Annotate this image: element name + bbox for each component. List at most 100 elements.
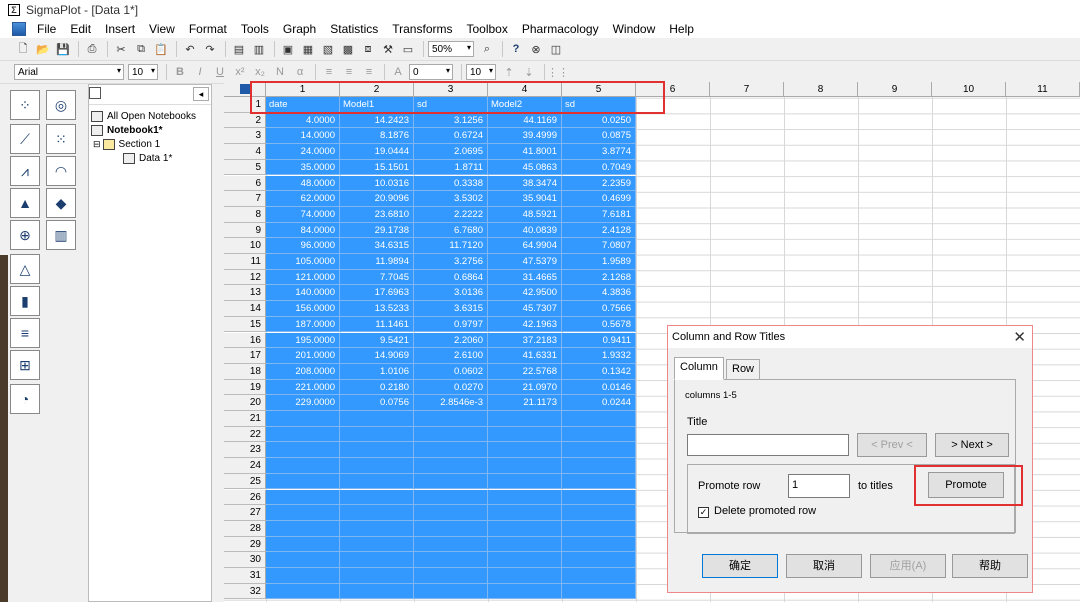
row-header[interactable]: 7 bbox=[224, 191, 266, 207]
zoom-select[interactable]: 50% ▾ bbox=[428, 41, 474, 57]
data-cell[interactable]: 1.8711 bbox=[414, 159, 488, 176]
align-right-icon[interactable]: ≡ bbox=[360, 63, 378, 81]
empty-selected-cell[interactable] bbox=[266, 411, 340, 427]
box-plot-icon[interactable]: ⊞ bbox=[10, 350, 40, 380]
row-header[interactable]: 27 bbox=[224, 505, 266, 521]
tab-column[interactable]: Column bbox=[674, 357, 724, 380]
print-icon[interactable]: ⎙ bbox=[83, 40, 101, 58]
menu-view[interactable]: View bbox=[142, 22, 182, 36]
data-cell[interactable]: 0.6864 bbox=[414, 269, 488, 286]
ok-button[interactable]: 确定 bbox=[702, 554, 778, 578]
tree-all-notebooks[interactable]: All Open Notebooks bbox=[91, 111, 196, 122]
data-cell[interactable]: 0.3338 bbox=[414, 175, 488, 192]
data-cell[interactable]: 221.0000 bbox=[266, 379, 340, 396]
menu-pharmacology[interactable]: Pharmacology bbox=[515, 22, 606, 36]
line-scatter-icon[interactable]: ⩘ bbox=[10, 156, 40, 186]
empty-selected-cell[interactable] bbox=[266, 442, 340, 459]
data-cell[interactable]: 2.2359 bbox=[562, 175, 636, 192]
data-cell[interactable]: 35.0000 bbox=[266, 159, 340, 176]
row-header[interactable]: 9 bbox=[224, 222, 266, 239]
data-cell[interactable]: 22.5768 bbox=[488, 363, 562, 380]
data-cell[interactable]: 0.0146 bbox=[562, 379, 636, 396]
empty-selected-cell[interactable] bbox=[340, 442, 414, 459]
row-header[interactable]: 10 bbox=[224, 238, 266, 254]
row-header[interactable]: 8 bbox=[224, 206, 266, 223]
empty-selected-cell[interactable] bbox=[562, 458, 636, 474]
triangle-plot-icon[interactable]: △ bbox=[10, 254, 40, 284]
promote-row-input[interactable]: 1 bbox=[788, 474, 850, 498]
empty-selected-cell[interactable] bbox=[488, 426, 562, 443]
empty-selected-cell[interactable] bbox=[266, 505, 340, 521]
row-header[interactable]: 13 bbox=[224, 285, 266, 302]
data-cell[interactable]: 7.6181 bbox=[562, 206, 636, 223]
document-menu-icon[interactable] bbox=[12, 21, 26, 36]
data-cell[interactable]: 84.0000 bbox=[266, 222, 340, 239]
row-header[interactable]: 16 bbox=[224, 332, 266, 349]
empty-selected-cell[interactable] bbox=[414, 552, 488, 568]
menu-graph[interactable]: Graph bbox=[276, 22, 323, 36]
empty-selected-cell[interactable] bbox=[266, 568, 340, 584]
scatter-plot-icon[interactable]: ⁘ bbox=[10, 90, 40, 120]
data-cell[interactable]: 2.4128 bbox=[562, 222, 636, 239]
empty-selected-cell[interactable] bbox=[562, 411, 636, 427]
empty-selected-cell[interactable] bbox=[488, 473, 562, 490]
empty-selected-cell[interactable] bbox=[266, 473, 340, 490]
data-cell[interactable]: 29.1738 bbox=[340, 222, 414, 239]
row-header[interactable]: 23 bbox=[224, 442, 266, 459]
empty-selected-cell[interactable] bbox=[414, 505, 488, 521]
column-header[interactable]: 11 bbox=[1006, 82, 1080, 97]
column-header[interactable]: 10 bbox=[932, 82, 1006, 97]
tree-section-1[interactable]: ⊟ Section 1 bbox=[93, 139, 160, 150]
data-cell[interactable]: 9.5421 bbox=[340, 332, 414, 349]
data-cell[interactable]: 2.1268 bbox=[562, 269, 636, 286]
data-cell[interactable]: 0.9797 bbox=[414, 316, 488, 333]
empty-selected-cell[interactable] bbox=[340, 411, 414, 427]
help-button[interactable]: 帮助 bbox=[952, 554, 1028, 578]
data-cell[interactable]: 48.5921 bbox=[488, 206, 562, 223]
row-header[interactable]: 18 bbox=[224, 363, 266, 380]
data-cell[interactable]: 6.7680 bbox=[414, 222, 488, 239]
data-cell[interactable]: 23.6810 bbox=[340, 206, 414, 223]
data-cell[interactable]: 0.5678 bbox=[562, 316, 636, 333]
new-icon[interactable]: 🗋 bbox=[14, 40, 32, 58]
data-cell[interactable]: 17.6963 bbox=[340, 285, 414, 302]
equation-icon[interactable]: ⧈ bbox=[359, 40, 377, 58]
empty-selected-cell[interactable] bbox=[340, 568, 414, 584]
column-header[interactable]: 7 bbox=[710, 82, 784, 97]
data-cell[interactable]: 38.3474 bbox=[488, 175, 562, 192]
tree-notebook1[interactable]: Notebook1* bbox=[91, 125, 163, 136]
data-cell[interactable]: 3.0136 bbox=[414, 285, 488, 302]
data-cell[interactable]: 0.0244 bbox=[562, 395, 636, 411]
data-cell[interactable]: 14.0000 bbox=[266, 128, 340, 145]
data-cell[interactable]: 7.7045 bbox=[340, 269, 414, 286]
empty-selected-cell[interactable] bbox=[562, 505, 636, 521]
menu-tools[interactable]: Tools bbox=[234, 22, 276, 36]
empty-selected-cell[interactable] bbox=[340, 505, 414, 521]
empty-selected-cell[interactable] bbox=[266, 489, 340, 506]
data-cell[interactable]: 47.5379 bbox=[488, 254, 562, 270]
row-header[interactable]: 2 bbox=[224, 112, 266, 129]
underline-icon[interactable]: U bbox=[211, 63, 229, 81]
data-cell[interactable]: 2.2222 bbox=[414, 206, 488, 223]
normal-icon[interactable]: N bbox=[271, 63, 289, 81]
data-cell[interactable]: 74.0000 bbox=[266, 206, 340, 223]
data-cell[interactable]: 41.6331 bbox=[488, 348, 562, 364]
data-cell[interactable]: 39.4999 bbox=[488, 128, 562, 145]
copy-icon[interactable]: ⧉ bbox=[132, 40, 150, 58]
data-cell[interactable]: 0.9411 bbox=[562, 332, 636, 349]
empty-selected-cell[interactable] bbox=[414, 568, 488, 584]
empty-selected-cell[interactable] bbox=[488, 489, 562, 506]
empty-selected-cell[interactable] bbox=[562, 568, 636, 584]
data-cell[interactable]: 62.0000 bbox=[266, 191, 340, 207]
raise-icon[interactable]: ⇡ bbox=[500, 63, 518, 81]
data-cell[interactable]: 0.6724 bbox=[414, 128, 488, 145]
apply-button[interactable]: 应用(A) bbox=[870, 554, 946, 578]
tools-icon[interactable]: ⚒ bbox=[379, 40, 397, 58]
undo-icon[interactable]: ↶ bbox=[181, 40, 199, 58]
empty-selected-cell[interactable] bbox=[414, 426, 488, 443]
horizontal-bar-chart-icon[interactable]: ≡ bbox=[10, 318, 40, 348]
data-cell[interactable]: 156.0000 bbox=[266, 301, 340, 317]
empty-selected-cell[interactable] bbox=[488, 458, 562, 474]
row-header[interactable]: 29 bbox=[224, 536, 266, 553]
menu-transforms[interactable]: Transforms bbox=[385, 22, 459, 36]
